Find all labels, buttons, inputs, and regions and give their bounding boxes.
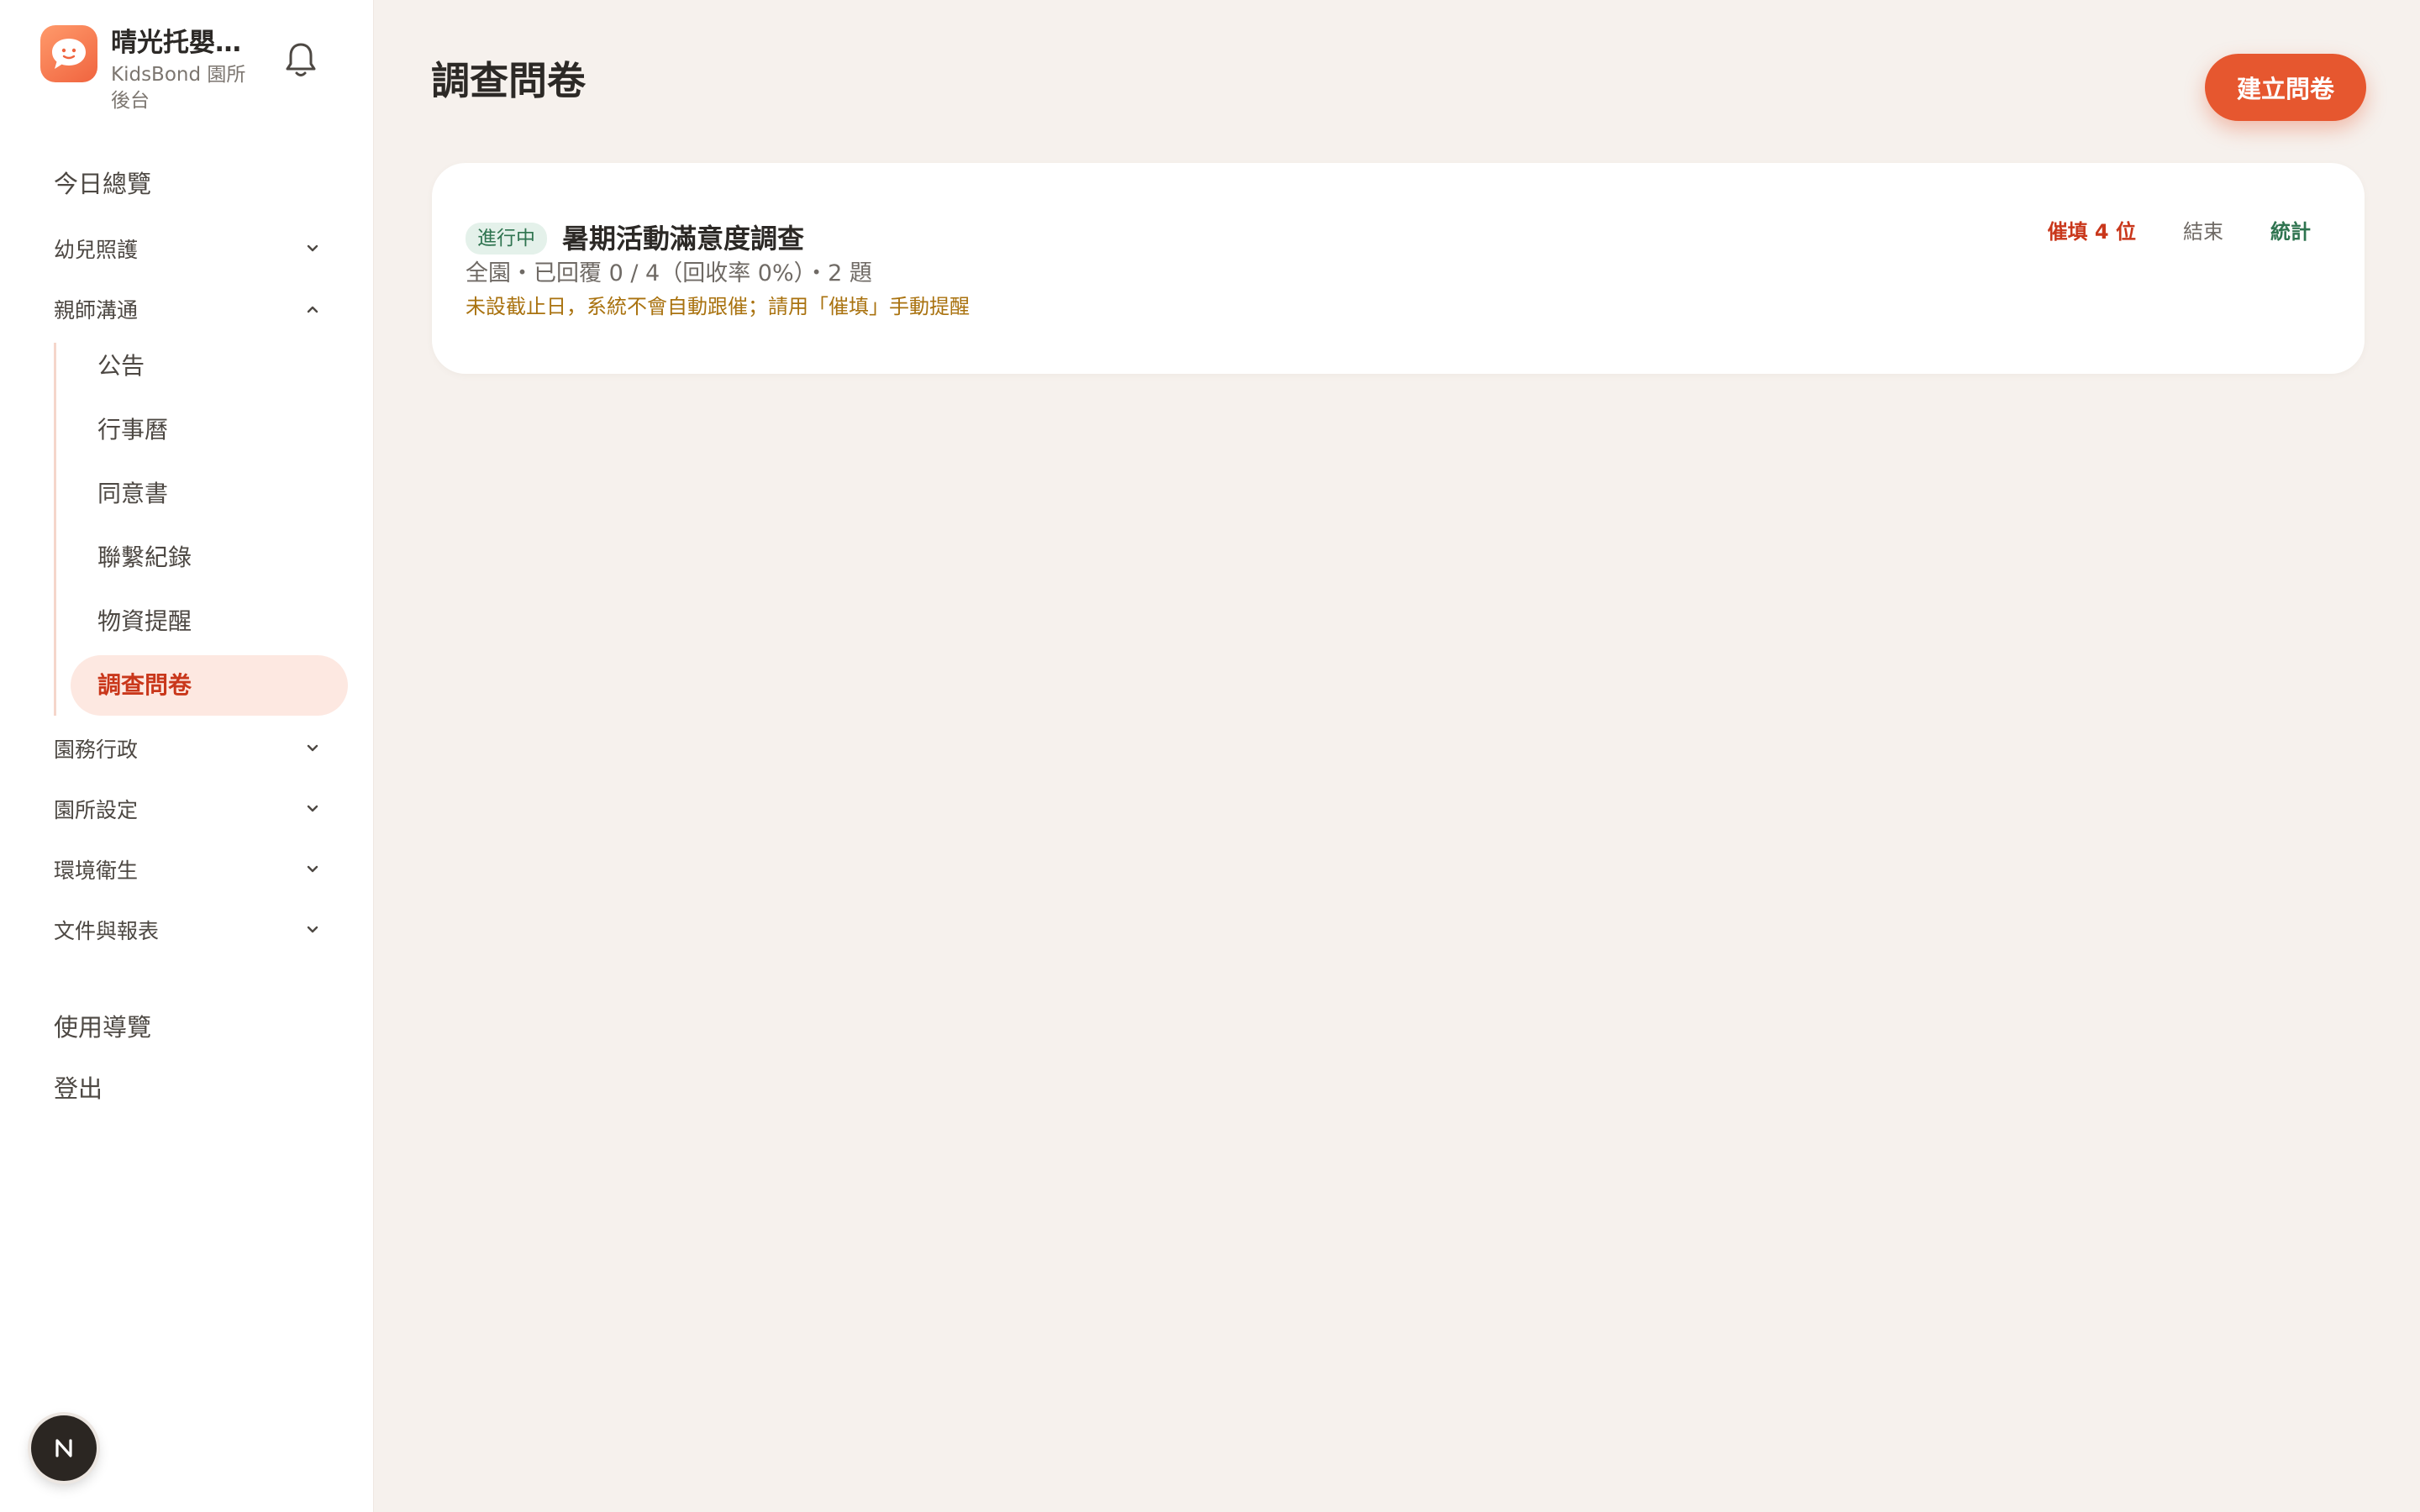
status-badge: 進行中 (466, 223, 547, 255)
end-survey-button[interactable]: 結束 (2183, 217, 2223, 247)
n-logo-icon (55, 1439, 72, 1457)
brand[interactable]: 晴光托嬰中心 KidsBond 園所後台 (40, 25, 258, 114)
create-survey-button[interactable]: 建立問卷 (2205, 54, 2366, 121)
nav-group-docs[interactable]: 文件與報表 (54, 911, 323, 948)
sidebar-item-consent[interactable]: 同意書 (97, 477, 168, 511)
subnav-divider (54, 343, 56, 716)
nav-today[interactable]: 今日總覽 (54, 167, 151, 201)
survey-note: 未設截止日，系統不會自動跟催；請用「催填」手動提醒 (466, 295, 970, 318)
nav-group-label: 幼兒照護 (54, 238, 139, 262)
brand-logo-icon (40, 25, 97, 82)
nav-group-infant-care[interactable]: 幼兒照護 (54, 230, 323, 267)
nav-group-admin[interactable]: 園務行政 (54, 730, 323, 767)
notification-bell-icon[interactable] (281, 37, 321, 84)
chevron-down-icon (302, 920, 323, 940)
nav-guide[interactable]: 使用導覽 (54, 1011, 151, 1044)
chevron-down-icon (302, 799, 323, 819)
nav-group-label: 園務行政 (54, 738, 139, 762)
nav-group-label: 文件與報表 (54, 919, 160, 943)
sidebar-item-announcements[interactable]: 公告 (97, 349, 145, 383)
dev-tools-badge[interactable] (31, 1415, 97, 1481)
chevron-down-icon (302, 239, 323, 259)
sidebar-item-contact-log[interactable]: 聯繫紀錄 (97, 541, 192, 575)
nav-group-label: 環境衛生 (54, 858, 139, 883)
brand-subtitle: KidsBond 園所後台 (111, 64, 246, 112)
sidebar: 晴光托嬰中心 KidsBond 園所後台 今日總覽 幼兒照護 親師溝通 公告 行… (0, 0, 374, 1512)
survey-meta: 全園・已回覆 0 / 4（回收率 0%）・2 題 (466, 260, 872, 286)
chevron-down-icon (302, 859, 323, 879)
chevron-up-icon (302, 299, 323, 319)
nav-group-parent-comm[interactable]: 親師溝通 (54, 291, 323, 328)
nav-group-label: 園所設定 (54, 798, 139, 822)
nav-group-label: 親師溝通 (54, 298, 139, 323)
sidebar-item-surveys[interactable]: 調查問卷 (97, 669, 192, 702)
survey-card: 進行中 暑期活動滿意度調查 全園・已回覆 0 / 4（回收率 0%）・2 題 未… (432, 163, 2365, 374)
nav-group-hygiene[interactable]: 環境衛生 (54, 851, 323, 888)
survey-actions: 催填 4 位 結束 統計 (2048, 217, 2311, 247)
survey-title[interactable]: 暑期活動滿意度調查 (562, 220, 804, 257)
brand-name: 晴光托嬰中心 (111, 28, 258, 58)
chevron-down-icon (302, 738, 323, 759)
page-title: 調查問卷 (431, 58, 586, 103)
stats-button[interactable]: 統計 (2270, 217, 2311, 247)
nav-logout[interactable]: 登出 (54, 1072, 103, 1105)
remind-button[interactable]: 催填 4 位 (2048, 217, 2136, 247)
nav-group-settings[interactable]: 園所設定 (54, 790, 323, 827)
sidebar-item-supplies[interactable]: 物資提醒 (97, 605, 192, 638)
sidebar-item-calendar[interactable]: 行事曆 (97, 413, 168, 447)
